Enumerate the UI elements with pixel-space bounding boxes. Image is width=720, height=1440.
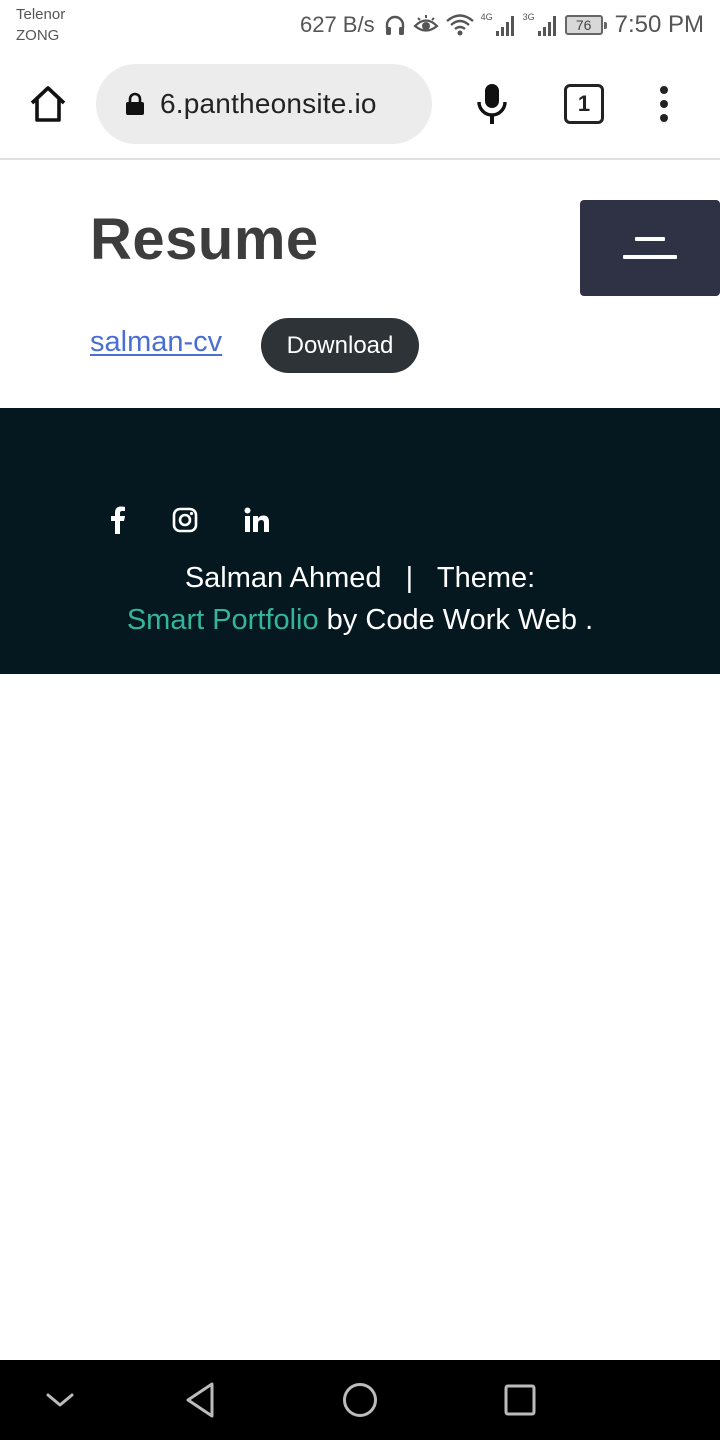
nav-hide-button[interactable]	[36, 1376, 84, 1424]
footer-period: .	[585, 604, 594, 636]
signal-2-icon	[537, 13, 559, 37]
status-indicators: 627 B/s 4G 3G 76 7:50 PM	[300, 10, 704, 40]
eye-comfort-icon	[412, 14, 439, 36]
chevron-down-icon	[46, 1393, 74, 1407]
instagram-link[interactable]	[170, 504, 200, 536]
carrier-2: ZONG	[16, 27, 60, 44]
carrier-1: Telenor	[16, 6, 66, 23]
signal-1-type: 4G	[480, 12, 493, 22]
linkedin-icon	[244, 507, 269, 532]
site-menu-button[interactable]	[580, 200, 720, 296]
system-nav-bar	[0, 1360, 720, 1440]
resume-file-link[interactable]: salman-cv	[90, 326, 222, 359]
menu-bar	[623, 255, 677, 259]
home-circle-icon	[343, 1383, 377, 1417]
signal-2-type: 3G	[522, 12, 535, 22]
home-icon	[30, 86, 66, 122]
status-bar: Telenor ZONG 627 B/s 4G 3G 76 7:50 PM	[0, 0, 720, 50]
url-text[interactable]: 6.pantheonsite.io	[160, 88, 377, 120]
menu-dot	[660, 114, 668, 122]
mic-icon	[477, 84, 507, 124]
home-button[interactable]	[22, 78, 74, 130]
tab-switcher-button[interactable]: 1	[564, 84, 604, 124]
battery-icon: 76	[564, 15, 607, 35]
page-title: Resume	[90, 207, 319, 272]
facebook-icon	[111, 506, 125, 534]
footer-credit-line-1: Salman Ahmed | Theme:	[0, 562, 720, 595]
theme-link[interactable]: Smart Portfolio	[127, 604, 319, 636]
browser-toolbar: 6.pantheonsite.io 1	[0, 50, 720, 160]
menu-bar	[635, 237, 665, 241]
footer-by-label: by	[326, 604, 358, 636]
instagram-icon	[172, 507, 198, 533]
footer-author-name: Salman Ahmed	[184, 562, 382, 594]
footer-separator: |	[405, 562, 414, 594]
battery-level: 76	[575, 17, 592, 33]
wifi-icon	[445, 13, 475, 37]
signal-1-icon	[495, 13, 517, 37]
menu-dot	[660, 100, 668, 108]
clock: 7:50 PM	[614, 11, 704, 38]
tab-count: 1	[577, 91, 591, 116]
linkedin-link[interactable]	[242, 504, 272, 536]
nav-back-button[interactable]	[176, 1376, 224, 1424]
lock-icon	[126, 92, 144, 115]
carrier-names: Telenor ZONG	[16, 4, 65, 46]
download-button[interactable]: Download	[261, 318, 419, 373]
more-vert-icon[interactable]	[648, 80, 680, 128]
voice-search-button[interactable]	[470, 80, 514, 128]
recents-square-icon	[504, 1384, 536, 1416]
site-footer: Salman Ahmed | Theme: Smart Portfolio by…	[0, 408, 720, 674]
footer-credit-line-2: Smart Portfolio by Code Work Web .	[0, 604, 720, 637]
headphones-icon	[383, 13, 407, 37]
theme-author-link[interactable]: Code Work Web	[365, 604, 577, 636]
network-speed: 627 B/s	[299, 12, 375, 37]
back-triangle-icon	[186, 1382, 214, 1418]
address-bar[interactable]: 6.pantheonsite.io	[96, 64, 432, 144]
menu-dot	[660, 86, 668, 94]
facebook-link[interactable]	[104, 504, 132, 536]
footer-theme-label: Theme:	[436, 562, 536, 594]
nav-recents-button[interactable]	[496, 1376, 544, 1424]
nav-home-button[interactable]	[336, 1376, 384, 1424]
